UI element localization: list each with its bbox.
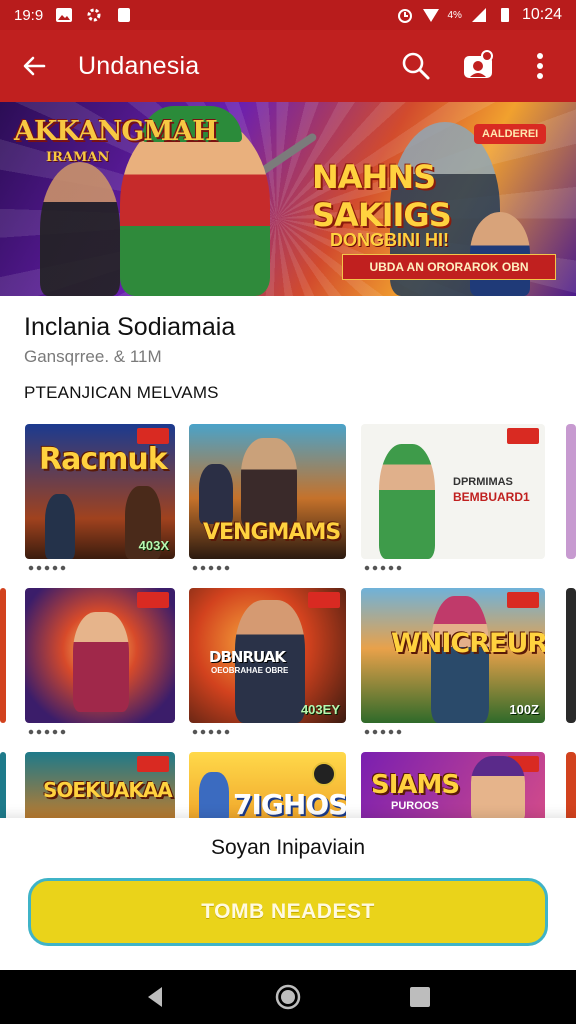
tile-dots bbox=[363, 728, 403, 736]
game-title: Racmuk bbox=[39, 442, 168, 477]
game-title: VENGMAMS bbox=[203, 520, 341, 545]
status-time-right: 10:24 bbox=[521, 6, 562, 23]
sheet-label: Soyan Inipaviain bbox=[210, 836, 366, 859]
promo-banner[interactable]: AKKANGMAH IRAMAN AALDEREI NAHNS SAKIIGS … bbox=[0, 102, 576, 296]
tile-ribbon bbox=[308, 592, 340, 608]
game-tile-partial[interactable] bbox=[0, 752, 6, 822]
game-tile-partial[interactable] bbox=[566, 424, 576, 559]
battery-percent: 4% bbox=[447, 9, 462, 21]
game-title: BEMBUARD1 bbox=[453, 490, 530, 504]
back-button[interactable] bbox=[16, 48, 52, 84]
game-subtitle: OEOBRAHAE OBRE bbox=[211, 666, 289, 675]
banner-sub-headline: DONGBINI HI! bbox=[330, 230, 449, 250]
game-title: SIAMS bbox=[371, 770, 460, 800]
game-tile[interactable] bbox=[25, 588, 175, 723]
game-tile[interactable]: DPRMIMAS BEMBUARD1 bbox=[361, 424, 545, 559]
tile-dots bbox=[191, 728, 231, 736]
banner-strip: UBDA AN ORORAROK OBN bbox=[342, 254, 556, 280]
game-title-top: DPRMIMAS bbox=[453, 476, 513, 488]
tile-dots bbox=[363, 564, 403, 572]
tile-dots bbox=[191, 564, 231, 572]
account-badge-icon bbox=[464, 50, 493, 78]
signal-icon bbox=[471, 8, 486, 22]
game-tile[interactable]: DBNRUAK OEOBRAHAE OBRE 403EY bbox=[189, 588, 346, 723]
alarm-icon bbox=[397, 9, 412, 23]
game-title: DBNRUAK bbox=[209, 648, 286, 666]
notification-square-icon bbox=[118, 8, 131, 22]
game-tile[interactable]: SOEKUAKAA bbox=[25, 752, 175, 822]
tile-character bbox=[431, 596, 489, 723]
system-nav-bar bbox=[0, 970, 576, 1024]
game-tile[interactable]: SIAMS PUROOS bbox=[361, 752, 545, 822]
banner-headline: NAHNS SAKIIGS bbox=[312, 158, 452, 234]
nav-back-icon bbox=[148, 987, 162, 1007]
nav-back-button[interactable] bbox=[136, 977, 176, 1017]
tile-character bbox=[379, 444, 435, 559]
banner-logo: AKKANGMAH bbox=[14, 116, 218, 147]
wifi-icon bbox=[422, 9, 439, 22]
tile-ribbon bbox=[507, 428, 539, 444]
nav-recents-button[interactable] bbox=[400, 977, 440, 1017]
nav-home-button[interactable] bbox=[268, 977, 308, 1017]
status-bar: 19:9 4% 10:24 bbox=[0, 0, 576, 30]
game-subtitle: PUROOS bbox=[391, 800, 439, 812]
bottom-sheet: Soyan Inipaviain TOMB NEADEST bbox=[0, 818, 576, 970]
game-title: WNICREUR bbox=[391, 628, 545, 659]
tile-character bbox=[45, 494, 75, 559]
account-button[interactable] bbox=[458, 46, 498, 86]
back-arrow-icon bbox=[23, 56, 46, 76]
more-vert-icon bbox=[537, 53, 543, 79]
tile-ribbon bbox=[137, 592, 169, 608]
gallery-icon bbox=[56, 8, 73, 22]
search-icon bbox=[402, 52, 430, 80]
app-bar: Undanesia bbox=[0, 30, 576, 102]
game-tile[interactable]: Racmuk 403X bbox=[25, 424, 175, 559]
tile-character bbox=[73, 612, 129, 712]
nav-recents-icon bbox=[410, 987, 430, 1007]
game-tile[interactable]: WNICREUR 100Z bbox=[361, 588, 545, 723]
battery-icon bbox=[500, 8, 509, 22]
game-tile-partial[interactable] bbox=[566, 752, 576, 822]
search-button[interactable] bbox=[396, 46, 436, 86]
tile-character bbox=[241, 438, 297, 528]
game-tile[interactable]: 7IGHOS bbox=[189, 752, 346, 822]
app-bar-title: Undanesia bbox=[78, 51, 200, 80]
status-time-left: 19:9 bbox=[14, 6, 44, 24]
tile-ribbon bbox=[137, 756, 169, 772]
more-options-button[interactable] bbox=[520, 46, 560, 86]
game-tile-partial[interactable] bbox=[566, 588, 576, 723]
game-title: SOEKUAKAA bbox=[43, 778, 173, 802]
tile-dots bbox=[27, 564, 67, 572]
game-tile-partial[interactable] bbox=[0, 588, 6, 723]
nav-home-icon bbox=[275, 984, 301, 1010]
game-score: 100Z bbox=[509, 702, 539, 717]
banner-badge: AALDEREI bbox=[474, 124, 547, 144]
settings-gear-icon bbox=[87, 8, 101, 22]
section-label: PTEANJICAN MELVAMS bbox=[24, 383, 219, 402]
app-title: Inclania Sodiamaia bbox=[24, 313, 236, 341]
tile-character bbox=[199, 772, 229, 822]
banner-logo-sub: IRAMAN bbox=[46, 150, 110, 165]
token-icon bbox=[312, 762, 336, 786]
app-meta: Gansqrree. & 11M bbox=[24, 347, 162, 366]
game-score: 403EY bbox=[300, 702, 340, 717]
primary-cta-button[interactable]: TOMB NEADEST bbox=[28, 878, 548, 946]
game-score: 403X bbox=[138, 538, 169, 553]
tile-character bbox=[199, 464, 233, 524]
game-tile[interactable]: VENGMAMS bbox=[189, 424, 346, 559]
tile-ribbon bbox=[507, 592, 539, 608]
tile-dots bbox=[27, 728, 67, 736]
game-title: 7IGHOS bbox=[233, 788, 346, 821]
tile-character bbox=[471, 756, 525, 822]
banner-character-left bbox=[40, 162, 120, 296]
